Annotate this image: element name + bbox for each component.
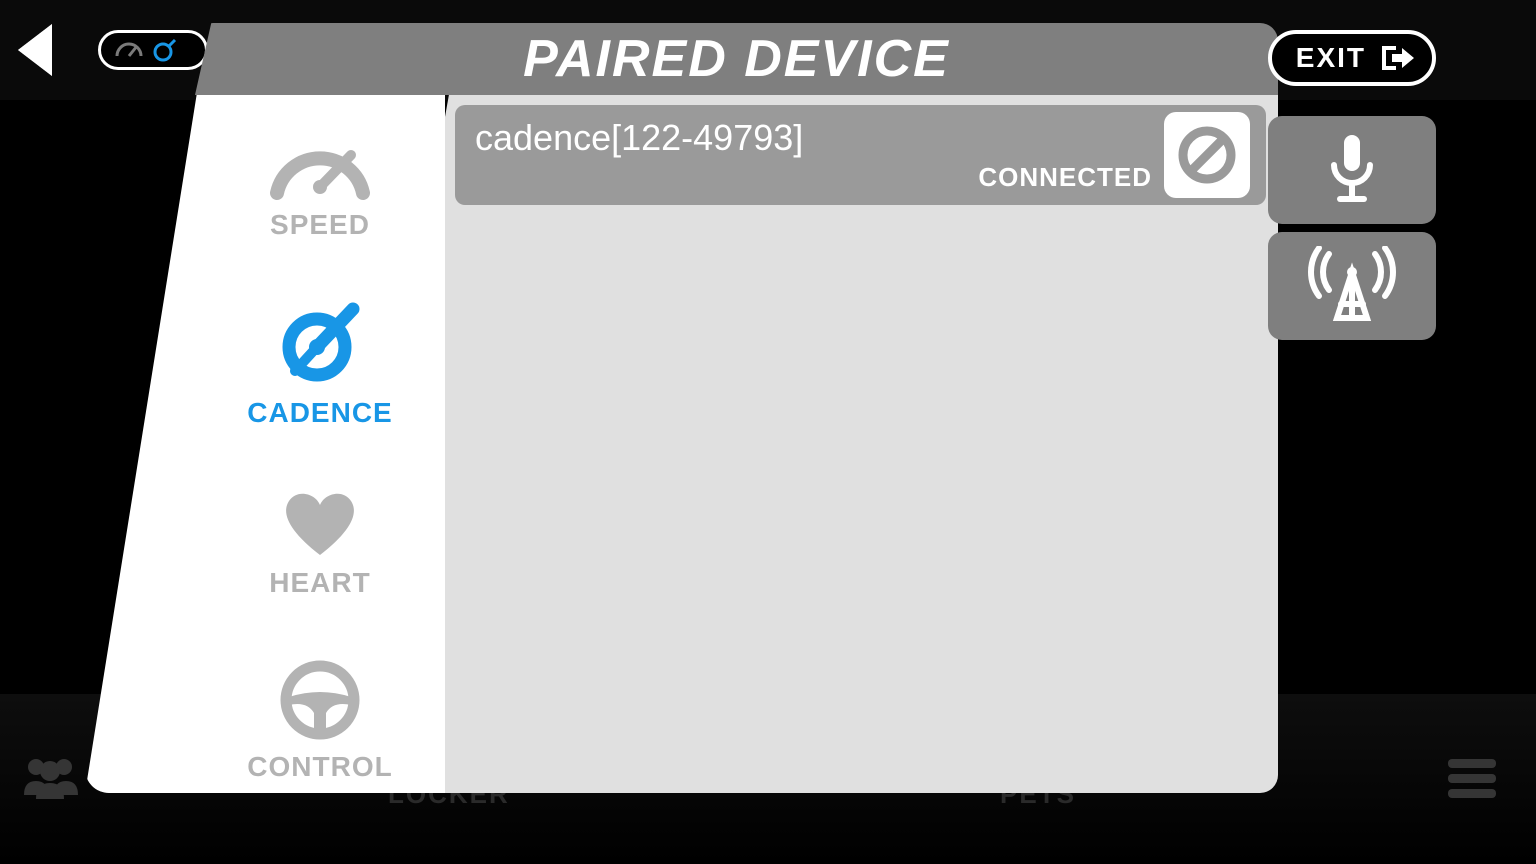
- speed-icon: [265, 135, 375, 201]
- antenna-icon: [1307, 246, 1397, 326]
- microphone-button[interactable]: [1268, 116, 1436, 224]
- paired-device-modal: PAIRED DEVICE cadence[122-49793] CONNECT…: [195, 23, 1278, 793]
- device-list-panel: cadence[122-49793] CONNECTED: [325, 95, 1278, 793]
- broadcast-button[interactable]: [1268, 232, 1436, 340]
- steering-wheel-icon: [277, 657, 363, 743]
- sidebar-item-heart[interactable]: HEART: [269, 487, 370, 599]
- heart-icon: [279, 487, 361, 559]
- cadence-icon: [275, 299, 365, 389]
- device-status: CONNECTED: [978, 162, 1152, 193]
- modal-title: PAIRED DEVICE: [523, 29, 950, 89]
- device-name: cadence[122-49793]: [475, 117, 1164, 159]
- back-arrow-icon[interactable]: [18, 24, 52, 76]
- top-pill-indicator: [98, 30, 208, 70]
- sidebar-item-cadence[interactable]: CADENCE: [247, 299, 392, 429]
- block-device-button[interactable]: [1164, 112, 1250, 198]
- sidebar-item-label: HEART: [269, 567, 370, 599]
- exit-icon: [1378, 42, 1414, 74]
- sidebar-item-control[interactable]: CONTROL: [247, 657, 392, 783]
- modal-header: PAIRED DEVICE: [195, 23, 1278, 95]
- exit-button[interactable]: EXIT: [1268, 30, 1436, 86]
- exit-label: EXIT: [1296, 42, 1366, 74]
- microphone-icon: [1324, 131, 1380, 209]
- device-row[interactable]: cadence[122-49793] CONNECTED: [455, 105, 1266, 205]
- menu-icon[interactable]: [1448, 753, 1496, 804]
- sidebar-item-label: CONTROL: [247, 751, 392, 783]
- block-icon: [1175, 123, 1239, 187]
- sidebar-item-label: SPEED: [270, 209, 370, 241]
- sidebar-item-speed[interactable]: SPEED: [265, 135, 375, 241]
- sidebar-item-label: CADENCE: [247, 397, 392, 429]
- group-icon[interactable]: [20, 755, 82, 804]
